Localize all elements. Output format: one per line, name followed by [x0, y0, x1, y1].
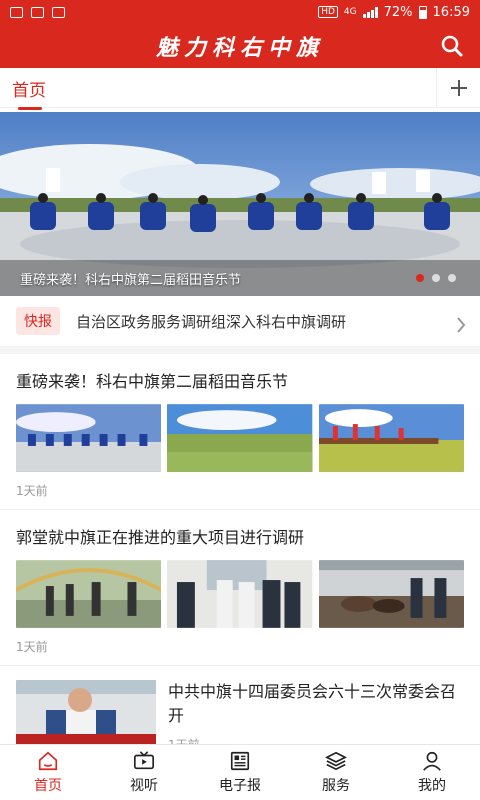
clock: 16:59 [432, 4, 470, 20]
app-title: 魅力科右中旗 [155, 35, 324, 61]
home-icon [38, 751, 58, 771]
image-notification-icon [10, 6, 23, 18]
news-time: 1天前 [16, 640, 48, 654]
news-thumbnail [16, 404, 162, 472]
nav-home-label: 首页 [34, 778, 62, 794]
tv-icon [134, 751, 154, 770]
news-thumbnail [318, 404, 464, 472]
chevron-right-icon [457, 317, 466, 333]
carousel-dot[interactable] [432, 274, 440, 282]
network-label: 4G [343, 7, 357, 17]
banner-carousel[interactable]: 重磅来袭！科右中旗第二届稻田音乐节 [0, 112, 480, 296]
hd-badge: HD [318, 6, 338, 18]
nav-home[interactable]: 首页 [0, 745, 96, 800]
nav-video-label: 视听 [130, 778, 158, 794]
nav-epaper-label: 电子报 [219, 778, 261, 794]
news-item[interactable]: 郭堂就中旗正在推进的重大项目进行调研 1天前 [0, 510, 480, 666]
bottom-navigation: 首页 视听 电子报 服务 我的 [0, 744, 480, 800]
battery-icon [418, 5, 427, 19]
battery-percent: 72% [383, 4, 413, 20]
flash-news-row[interactable]: 快报 自治区政务服务调研组深入科右中旗调研 [0, 296, 480, 354]
banner-caption: 重磅来袭！科右中旗第二届稻田音乐节 [20, 273, 242, 288]
nav-epaper[interactable]: 电子报 [192, 745, 288, 800]
carousel-dot[interactable] [416, 274, 424, 282]
news-thumbnail [16, 560, 162, 628]
news-thumbnail [16, 680, 156, 746]
nav-video[interactable]: 视听 [96, 745, 192, 800]
carousel-dot[interactable] [448, 274, 456, 282]
message-notification-icon [31, 6, 44, 18]
search-icon[interactable] [440, 34, 464, 58]
news-item[interactable]: 重磅来袭！科右中旗第二届稻田音乐节 1天前 [0, 354, 480, 510]
news-title: 郭堂就中旗正在推进的重大项目进行调研 [16, 528, 305, 547]
plus-icon [450, 80, 467, 96]
newspaper-icon [230, 751, 250, 771]
status-bar: HD 4G 72% 16:59 [0, 0, 480, 24]
news-thumbnail [318, 560, 464, 628]
nav-service[interactable]: 服务 [288, 745, 384, 800]
news-title: 重磅来袭！科右中旗第二届稻田音乐节 [16, 372, 289, 391]
flash-badge: 快报 [16, 307, 60, 335]
carousel-indicator [416, 274, 456, 282]
notification-icons [10, 6, 65, 18]
signal-icon [362, 6, 378, 18]
channel-tabs: 首页 [0, 68, 480, 110]
add-channel-button[interactable] [436, 68, 480, 108]
news-title: 中共中旗十四届委员会六十三次常委会召开 [168, 682, 457, 725]
nav-profile[interactable]: 我的 [384, 745, 480, 800]
tab-home[interactable]: 首页 [12, 74, 46, 110]
layers-icon [325, 751, 347, 771]
news-time: 1天前 [16, 484, 48, 498]
flash-text: 自治区政务服务调研组深入科右中旗调研 [76, 312, 347, 331]
news-thumbnail [167, 404, 313, 472]
app-header: 魅力科右中旗 [0, 24, 480, 68]
check-notification-icon [52, 6, 65, 18]
user-icon [423, 751, 441, 771]
news-thumbnail [167, 560, 313, 628]
nav-service-label: 服务 [322, 778, 350, 794]
nav-profile-label: 我的 [418, 778, 446, 794]
